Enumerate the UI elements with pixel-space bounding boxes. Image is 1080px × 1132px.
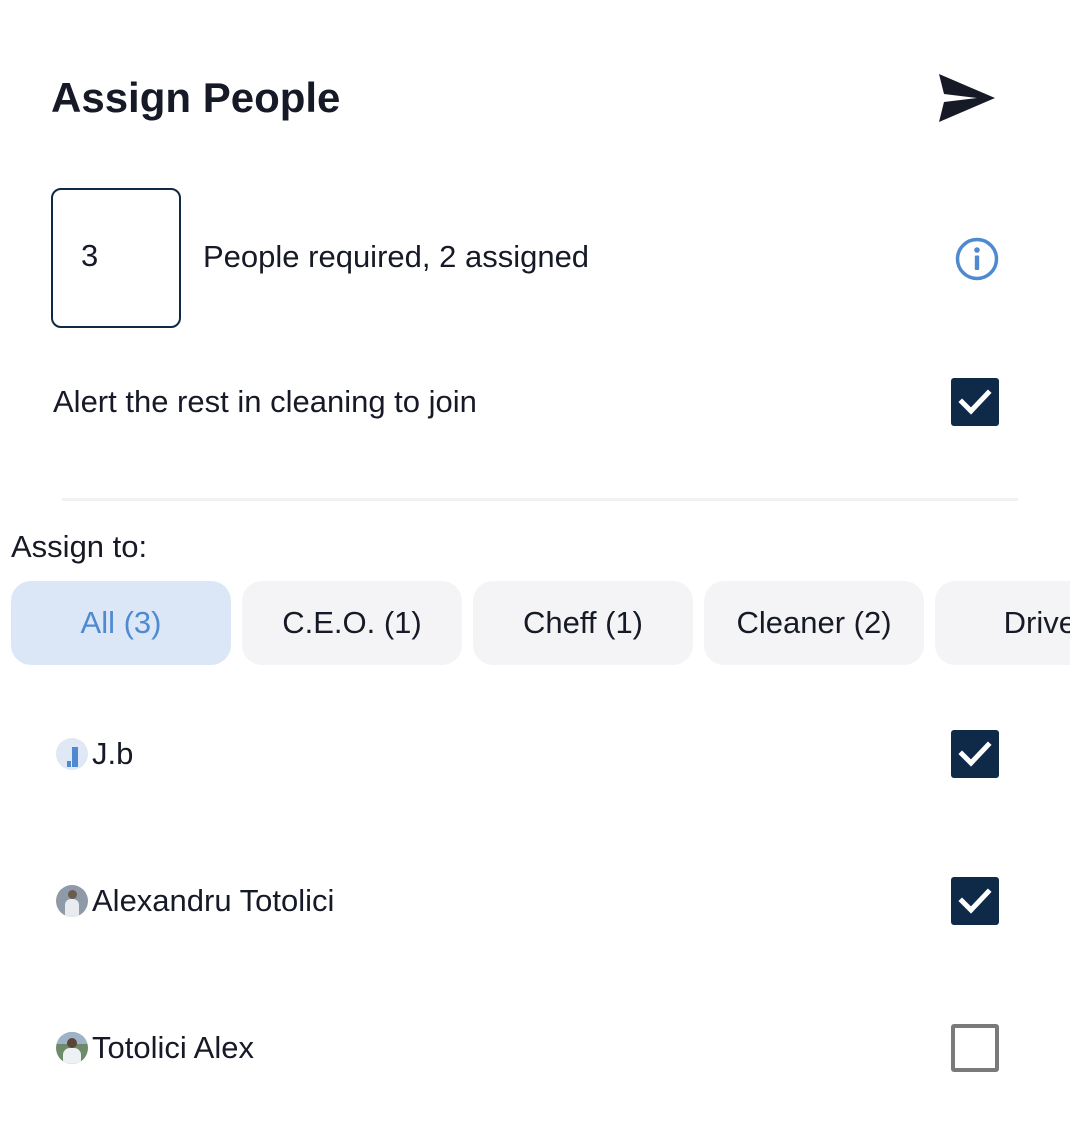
filter-chip-all[interactable]: All (3) (11, 581, 231, 665)
person-row: Alexandru Totolici (56, 877, 334, 925)
role-filter-chips: All (3) C.E.O. (1) Cheff (1) Cleaner (2)… (11, 581, 1070, 665)
checkmark-icon (958, 888, 992, 914)
person-checkbox[interactable] (951, 730, 999, 778)
person-name: Totolici Alex (92, 1030, 254, 1065)
people-count-input[interactable] (81, 238, 161, 274)
alert-label: Alert the rest in cleaning to join (53, 384, 477, 419)
assign-to-label: Assign to: (11, 529, 148, 564)
person-name: Alexandru Totolici (92, 883, 335, 918)
avatar (56, 885, 88, 917)
info-icon (955, 237, 999, 281)
person-name: J.b (92, 736, 134, 771)
send-icon (939, 74, 995, 122)
filter-chip-driver[interactable]: Driver (935, 581, 1070, 665)
filter-chip-cleaner[interactable]: Cleaner (2) (704, 581, 924, 665)
checkmark-icon (958, 741, 992, 767)
person-checkbox[interactable] (951, 1024, 999, 1072)
avatar (56, 738, 88, 770)
checkmark-icon (958, 389, 992, 415)
page-title: Assign People (51, 74, 341, 121)
person-row: Totolici Alex (56, 1024, 254, 1072)
section-divider (62, 498, 1018, 501)
person-row: J.b (56, 730, 133, 778)
filter-chip-cheff[interactable]: Cheff (1) (473, 581, 693, 665)
info-button[interactable] (952, 234, 1002, 284)
person-checkbox[interactable] (951, 877, 999, 925)
people-count-field[interactable] (51, 188, 181, 328)
alert-checkbox[interactable] (951, 378, 999, 426)
send-button[interactable] (932, 68, 1002, 128)
avatar (56, 1032, 88, 1064)
required-summary: People required, 2 assigned (203, 239, 590, 274)
filter-chip-ceo[interactable]: C.E.O. (1) (242, 581, 462, 665)
